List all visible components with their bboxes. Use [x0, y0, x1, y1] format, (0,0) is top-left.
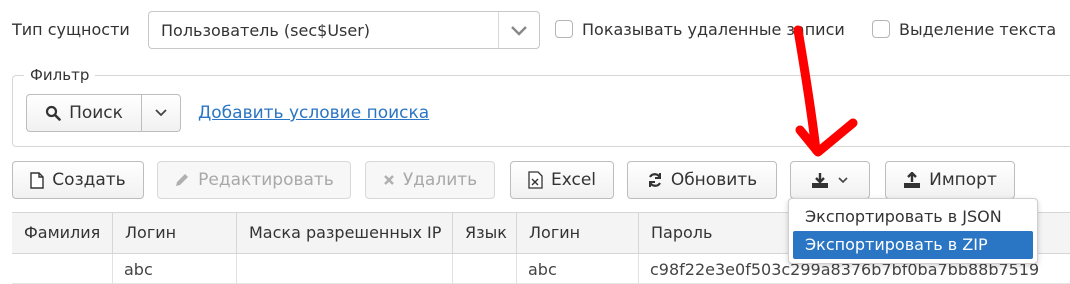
show-deleted-label: Показывать удаленные записи: [582, 20, 845, 39]
edit-button[interactable]: Редактировать: [157, 161, 351, 199]
search-options-button[interactable]: [141, 94, 181, 132]
table-cell: abc: [124, 260, 153, 279]
create-button[interactable]: Создать: [12, 161, 144, 199]
refresh-button-label: Обновить: [670, 170, 758, 190]
excel-button-label: Excel: [550, 170, 597, 190]
import-button[interactable]: Импорт: [885, 161, 1015, 199]
text-selection-checkbox[interactable]: [872, 20, 890, 38]
excel-file-icon: [528, 171, 543, 189]
file-icon: [30, 171, 44, 189]
entity-type-label: Тип сущности: [12, 20, 130, 39]
import-button-label: Импорт: [929, 170, 997, 190]
filter-legend: Фильтр: [24, 66, 96, 84]
delete-button-label: Удалить: [402, 170, 478, 190]
search-icon: [45, 105, 61, 121]
create-button-label: Создать: [52, 170, 126, 190]
export-json-item[interactable]: Экспортировать в JSON: [793, 203, 1033, 231]
edit-button-label: Редактировать: [198, 170, 334, 190]
column-header[interactable]: Маска разрешенных IP: [236, 213, 452, 253]
chevron-down-icon[interactable]: [498, 12, 539, 48]
download-icon: [812, 172, 828, 188]
text-selection-label: Выделение текста: [899, 20, 1057, 39]
export-zip-item[interactable]: Экспортировать в ZIP: [793, 231, 1033, 259]
pencil-icon: [176, 174, 189, 186]
export-menu: Экспортировать в JSON Экспортировать в Z…: [788, 198, 1038, 264]
delete-button[interactable]: Удалить: [365, 161, 495, 199]
table-cell: abc: [528, 260, 557, 279]
search-button-label: Поиск: [69, 103, 123, 123]
upload-icon: [904, 171, 921, 188]
chevron-down-icon: [155, 109, 167, 117]
search-button[interactable]: Поиск: [26, 94, 142, 132]
column-header[interactable]: Логин: [516, 213, 638, 253]
close-icon: [383, 175, 394, 185]
excel-button[interactable]: Excel: [510, 161, 614, 199]
refresh-button[interactable]: Обновить: [627, 161, 777, 199]
column-header[interactable]: Логин: [112, 213, 236, 253]
entity-type-value: Пользователь (sec$User): [161, 21, 371, 40]
export-button[interactable]: [790, 161, 870, 199]
refresh-icon: [648, 173, 661, 187]
column-header[interactable]: Язык: [452, 213, 516, 253]
chevron-down-icon: [838, 177, 848, 184]
show-deleted-checkbox[interactable]: [555, 20, 573, 38]
column-header[interactable]: Фамилия: [12, 213, 112, 253]
add-condition-link[interactable]: Добавить условие поиска: [198, 103, 429, 123]
entity-type-select[interactable]: Пользователь (sec$User): [148, 11, 540, 49]
